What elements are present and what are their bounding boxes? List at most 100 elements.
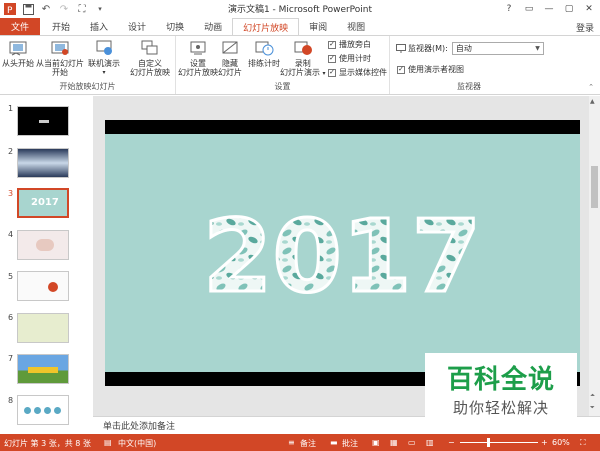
zoom-in-icon[interactable]: +: [541, 438, 548, 447]
thumbnail-number: 1: [8, 104, 14, 113]
slide-thumbnail-5[interactable]: [17, 271, 69, 301]
tab-insert[interactable]: 插入: [80, 18, 118, 35]
record-slide-show-button[interactable]: 录制 幻灯片演示 ▾: [280, 39, 326, 78]
monitor-select[interactable]: 自动 ▼: [451, 42, 544, 55]
record-slide-show-icon: [294, 41, 312, 55]
previous-slide-icon[interactable]: ⏶: [590, 392, 595, 400]
powerpoint-logo-icon: P: [4, 3, 16, 15]
title-bar: P ↶ ↷ ⛶ ▾ 演示文稿1 - Microsoft PowerPoint ?…: [0, 0, 600, 18]
thumbnail-number: 4: [8, 230, 14, 239]
collapse-ribbon-icon[interactable]: ⌃: [588, 83, 594, 91]
chevron-down-icon: ▾: [102, 69, 106, 76]
checkmark-icon: ✓: [397, 65, 405, 74]
help-button[interactable]: ?: [500, 1, 518, 17]
from-beginning-button[interactable]: 从头开始: [2, 39, 34, 68]
slide-show-icon[interactable]: ▥: [426, 438, 434, 447]
zoom-slider[interactable]: [460, 442, 538, 443]
ribbon: 从头开始 从当前幻灯片 开始 联机演示 ▾ 自定义 幻灯片放映 开始放映幻灯片 …: [0, 35, 600, 95]
tab-animations[interactable]: 动画: [194, 18, 232, 35]
notes-button[interactable]: 备注: [300, 438, 316, 449]
show-media-controls-checkbox[interactable]: ✓ 显示媒体控件: [328, 67, 387, 78]
start-from-beginning-icon[interactable]: ⛶: [76, 3, 88, 15]
comments-button[interactable]: 批注: [342, 438, 358, 449]
slide-thumbnail-1[interactable]: [17, 106, 69, 136]
slide-sorter-icon[interactable]: ▦: [390, 438, 398, 447]
use-presenter-view-checkbox[interactable]: ✓ 使用演示者视图: [397, 64, 464, 75]
save-icon[interactable]: [22, 3, 34, 15]
play-narrations-checkbox[interactable]: ✓ 播放旁白: [328, 39, 371, 50]
use-timings-checkbox[interactable]: ✓ 使用计时: [328, 53, 371, 64]
quick-access-toolbar: P ↶ ↷ ⛶ ▾: [0, 3, 106, 15]
group-label: 设置: [274, 82, 291, 91]
monitor-row: 监视器(M): 自动 ▼: [396, 42, 544, 55]
svg-text:P: P: [7, 6, 13, 15]
checkmark-icon: ✓: [328, 68, 336, 77]
custom-slide-show-button[interactable]: 自定义 幻灯片放映: [130, 39, 170, 77]
zoom-level[interactable]: 60%: [552, 438, 570, 447]
rehearse-timings-button[interactable]: 排练计时: [248, 39, 280, 68]
slide-thumbnail-3[interactable]: 2017: [16, 187, 70, 219]
close-button[interactable]: ✕: [580, 1, 598, 17]
redo-icon[interactable]: ↷: [58, 3, 70, 15]
current-slide[interactable]: 2017: [105, 120, 580, 386]
ribbon-display-options-button[interactable]: ▭: [520, 1, 538, 17]
status-bar: 幻灯片 第 3 张，共 8 张 ▤ 中文(中国) ≡ 备注 ▬ 批注 ▣ ▦ ▭…: [0, 434, 600, 451]
tab-home[interactable]: 开始: [42, 18, 80, 35]
hide-slide-button[interactable]: 隐藏 幻灯片: [218, 39, 242, 77]
group-label: 开始放映幻灯片: [59, 82, 116, 91]
group-label: 监视器: [457, 82, 481, 91]
sign-in-link[interactable]: 登录: [576, 21, 594, 34]
fit-to-window-icon[interactable]: ⛶: [580, 438, 586, 448]
comments-icon: ▬: [330, 438, 338, 447]
language-status[interactable]: 中文(中国): [118, 438, 156, 449]
checkmark-icon: ✓: [328, 54, 336, 63]
tab-slide-show[interactable]: 幻灯片放映: [232, 18, 300, 36]
tab-transitions[interactable]: 切换: [156, 18, 194, 35]
from-current-slide-icon: [51, 41, 69, 55]
rehearse-timings-icon: [255, 41, 274, 56]
slide-artwork: 2017: [201, 197, 482, 317]
reading-view-icon[interactable]: ▭: [408, 438, 416, 447]
checkmark-icon: ✓: [328, 40, 336, 49]
next-slide-icon[interactable]: ⏷: [590, 404, 595, 412]
scroll-up-icon[interactable]: ▲: [590, 98, 595, 105]
thumbnail-number: 8: [8, 396, 14, 405]
group-monitors: 监视器(M): 自动 ▼ ✓ 使用演示者视图 监视器: [390, 36, 548, 94]
scrollbar-thumb[interactable]: [591, 166, 598, 208]
slide-thumbnail-4[interactable]: [17, 230, 69, 260]
zoom-out-icon[interactable]: −: [448, 438, 455, 447]
slide-thumbnail-6[interactable]: [17, 313, 69, 343]
undo-icon[interactable]: ↶: [40, 3, 52, 15]
custom-slide-show-icon: [141, 40, 158, 55]
tab-file[interactable]: 文件: [0, 18, 41, 35]
chevron-down-icon: ▼: [535, 45, 540, 52]
slide-thumbnail-7[interactable]: [17, 354, 69, 384]
customize-qat-icon[interactable]: ▾: [94, 3, 106, 15]
minimize-button[interactable]: —: [540, 1, 558, 17]
notes-icon: ≡: [288, 438, 295, 447]
thumbnail-number: 2: [8, 147, 14, 156]
maximize-button[interactable]: ▢: [560, 1, 578, 17]
thumbnail-number: 7: [8, 354, 14, 363]
group-start-slide-show: 从头开始 从当前幻灯片 开始 联机演示 ▾ 自定义 幻灯片放映 开始放映幻灯片: [0, 36, 176, 94]
tab-view[interactable]: 视图: [337, 18, 375, 35]
tab-review[interactable]: 审阅: [299, 18, 337, 35]
monitor-icon: [396, 43, 406, 53]
thumbnail-number: 3: [8, 189, 14, 198]
watermark: 百科全说 助你轻松解决: [425, 353, 577, 425]
slide-count-status: 幻灯片 第 3 张，共 8 张: [4, 439, 91, 448]
present-online-icon: [96, 40, 112, 55]
slide-thumbnail-8[interactable]: [17, 395, 69, 425]
from-current-slide-button[interactable]: 从当前幻灯片 开始: [36, 39, 84, 77]
setup-slide-show-button[interactable]: 设置 幻灯片放映: [178, 39, 218, 77]
spelling-icon[interactable]: ▤: [104, 438, 112, 447]
normal-view-icon[interactable]: ▣: [372, 438, 380, 447]
slide-thumbnail-2[interactable]: [17, 148, 69, 178]
present-online-button[interactable]: 联机演示 ▾: [88, 39, 120, 77]
hide-slide-icon: [222, 41, 238, 54]
group-setup: 设置 幻灯片放映 隐藏 幻灯片 排练计时 录制 幻灯片演示 ▾ ✓ 播放旁白 ✓ 使…: [176, 36, 390, 94]
vertical-scrollbar[interactable]: ▲ ⏶ ⏷: [589, 96, 600, 416]
zoom-slider-thumb[interactable]: [487, 438, 490, 447]
tab-design[interactable]: 设计: [118, 18, 156, 35]
thumbnail-number: 5: [8, 272, 14, 281]
